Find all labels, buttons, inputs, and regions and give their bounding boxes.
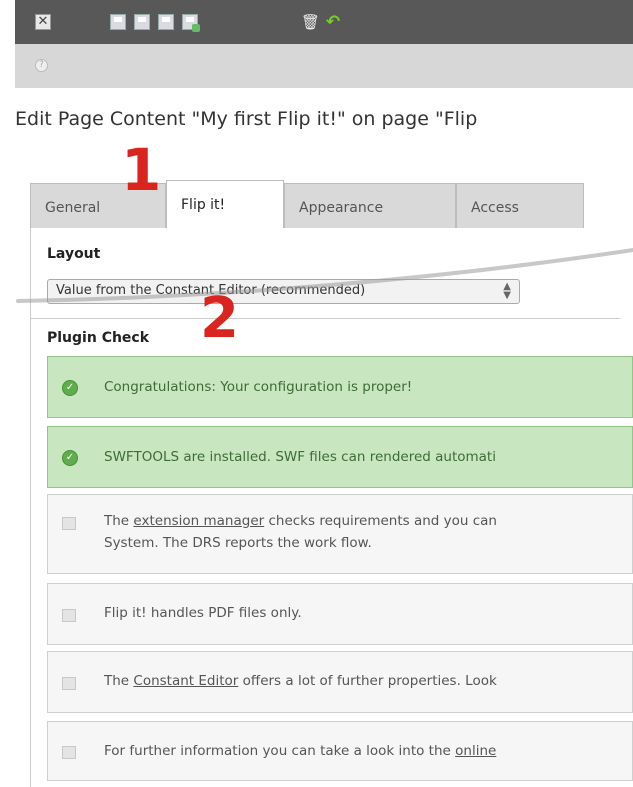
annotation-number-2: 2 [200,286,239,351]
annotation-stroke [16,248,633,303]
annotation-number-1: 1 [121,136,162,204]
